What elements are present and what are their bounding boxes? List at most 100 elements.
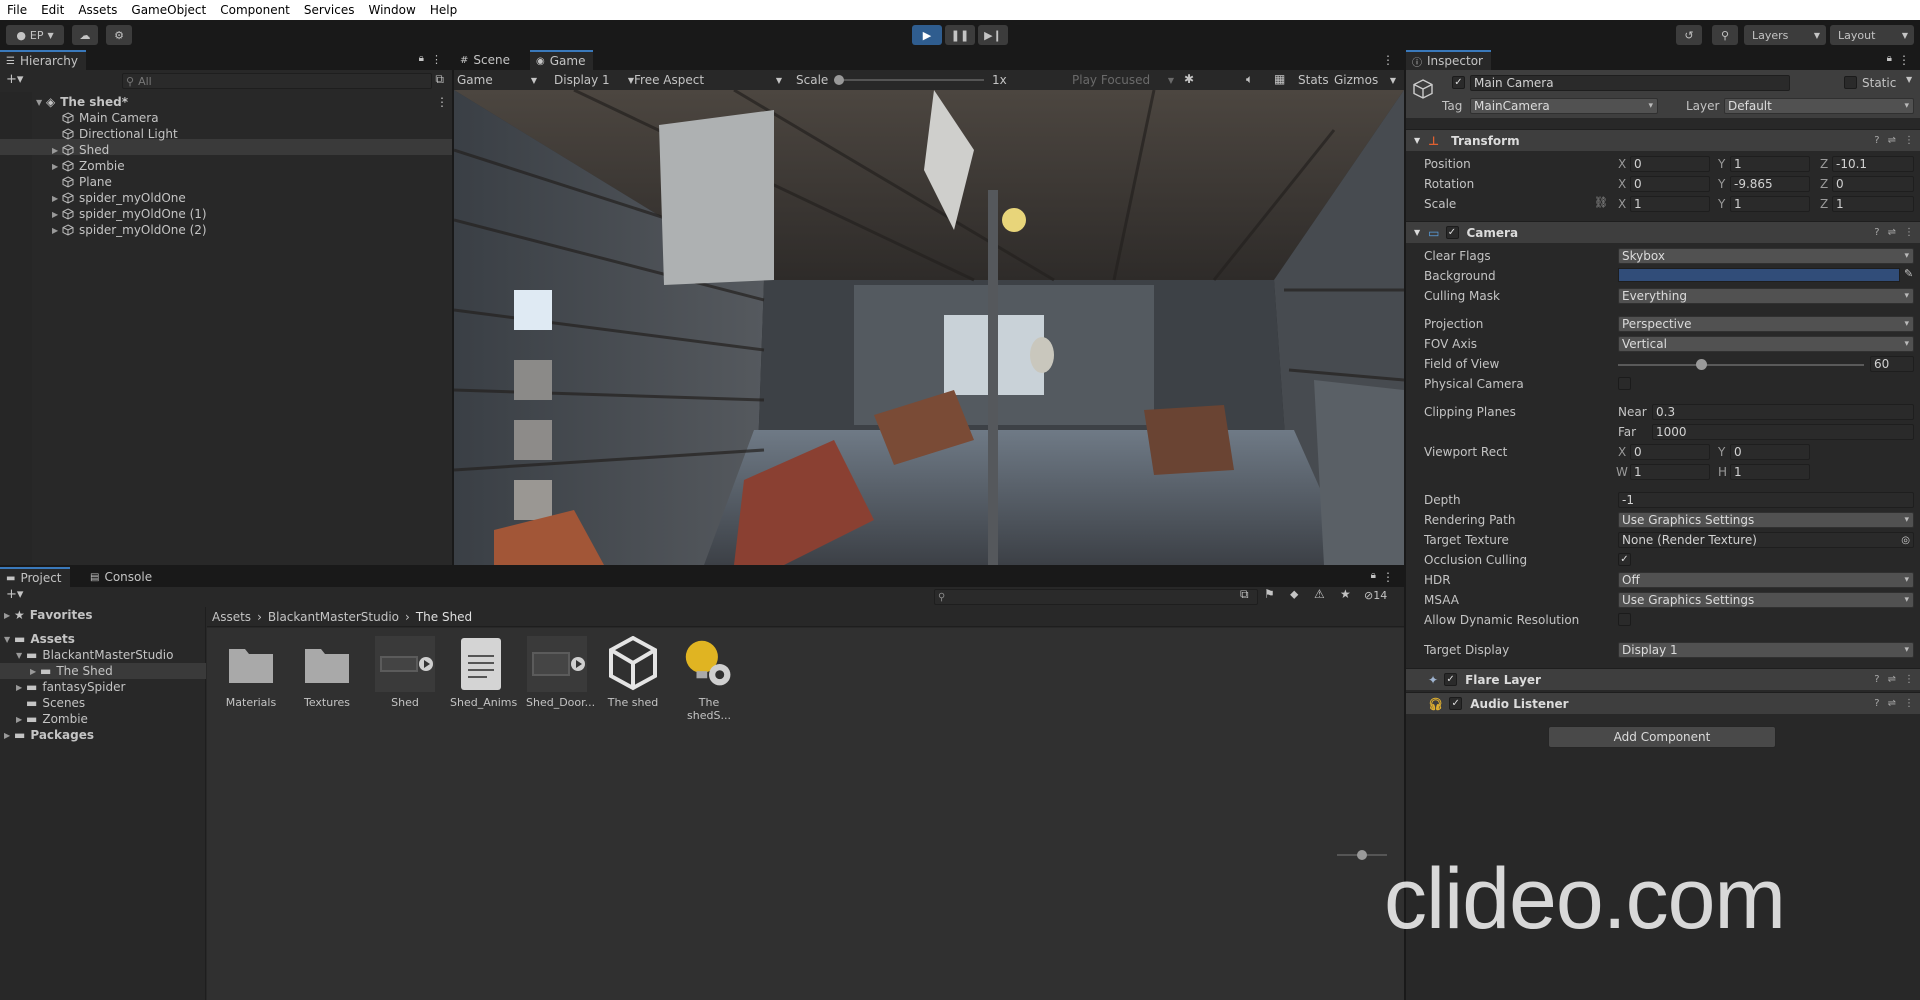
hierarchy-item-shed[interactable]: ▶ Shed	[52, 142, 109, 158]
projection-dropdown[interactable]: Perspective	[1618, 316, 1914, 332]
tag-dropdown[interactable]: MainCamera	[1470, 98, 1658, 114]
hierarchy-item-zombie[interactable]: ▶ Zombie	[52, 158, 125, 174]
layers-dropdown[interactable]: Layers ▼	[1744, 25, 1826, 45]
bug-icon[interactable]: ✱	[1184, 72, 1194, 86]
dynamic-resolution-checkbox[interactable]	[1618, 613, 1631, 626]
speaker-icon[interactable]: 🔈︎	[1246, 72, 1253, 87]
step-button[interactable]: ▶❙	[978, 25, 1008, 45]
more-icon[interactable]: ⋮	[1904, 227, 1914, 238]
hierarchy-item-directional-light[interactable]: Directional Light	[52, 126, 178, 142]
tab-game[interactable]: ◉ Game	[530, 50, 594, 70]
viewport-h-field[interactable]: 1	[1730, 464, 1810, 480]
near-field[interactable]: 0.3	[1652, 404, 1914, 420]
audio-listener-checkbox[interactable]: ✓	[1449, 697, 1463, 710]
more-icon[interactable]: ⋮	[431, 53, 442, 66]
more-icon[interactable]: ⋮	[1904, 135, 1914, 146]
scale-slider-thumb[interactable]	[834, 75, 844, 85]
game-mode-dropdown[interactable]: Game ▼	[457, 72, 541, 88]
display-dropdown[interactable]: Display 1 ▼	[554, 72, 636, 88]
project-search-input[interactable]: ⚲	[934, 589, 1258, 605]
tree-item-fantasyspider[interactable]: ▶ ▬ fantasySpider	[16, 679, 125, 695]
camera-header[interactable]: ▼ ▭ ✓ Camera ? ⇌ ⋮	[1406, 221, 1920, 243]
scale-x-field[interactable]: 1	[1630, 196, 1710, 212]
hidden-count[interactable]: ⊘ 14	[1364, 587, 1387, 603]
position-z-field[interactable]: -10.1	[1832, 156, 1914, 172]
target-display-dropdown[interactable]: Display 1	[1618, 642, 1914, 658]
hierarchy-item-spider[interactable]: ▶ spider_myOldOne	[52, 190, 186, 206]
more-icon[interactable]: ⋮	[1382, 570, 1394, 584]
preset-icon[interactable]: ⇌	[1888, 674, 1896, 685]
add-icon[interactable]: +▾	[6, 72, 23, 87]
menu-window[interactable]: Window	[362, 3, 423, 17]
hierarchy-item-spider-1[interactable]: ▶ spider_myOldOne (1)	[52, 206, 207, 222]
audio-listener-header[interactable]: 🎧︎ ✓ Audio Listener ? ⇌ ⋮	[1406, 692, 1920, 714]
breadcrumb-blackant[interactable]: BlackantMasterStudio	[268, 610, 399, 624]
play-button[interactable]: ▶	[912, 25, 942, 45]
menu-help[interactable]: Help	[423, 3, 464, 17]
preset-icon[interactable]: ⇌	[1888, 135, 1896, 146]
help-icon[interactable]: ?	[1874, 135, 1879, 146]
history-button[interactable]: ↺	[1676, 25, 1702, 45]
scale-z-field[interactable]: 1	[1832, 196, 1914, 212]
tree-assets[interactable]: ▼ ▬ Assets	[4, 631, 75, 647]
icon-size-slider-thumb[interactable]	[1357, 850, 1367, 860]
more-icon[interactable]: ⋮	[1898, 53, 1910, 67]
asset-shed-anims[interactable]: Shed_Anims	[450, 636, 517, 709]
asset-materials[interactable]: Materials	[220, 636, 282, 709]
viewport-x-field[interactable]: 0	[1630, 444, 1710, 460]
lock-icon[interactable]: 🔒︎	[1887, 53, 1892, 64]
rotation-x-field[interactable]: 0	[1630, 176, 1710, 192]
flare-layer-header[interactable]: ✦ ✓ Flare Layer ? ⇌ ⋮	[1406, 668, 1920, 690]
more-icon[interactable]: ⋮	[436, 95, 448, 109]
search-button[interactable]: ⚲	[1712, 25, 1738, 45]
fov-axis-dropdown[interactable]: Vertical	[1618, 336, 1914, 352]
menu-edit[interactable]: Edit	[34, 3, 71, 17]
scene-visibility-icon[interactable]: ⧉	[435, 72, 444, 87]
asset-the-shed-scene[interactable]: The shed	[602, 636, 664, 709]
tree-favorites[interactable]: ▶ ★ Favorites	[4, 607, 92, 623]
rotation-z-field[interactable]: 0	[1832, 176, 1914, 192]
eyedropper-icon[interactable]: ✎	[1904, 267, 1913, 280]
tag-icon[interactable]: ⬥	[1290, 587, 1298, 602]
fov-slider-thumb[interactable]	[1696, 359, 1707, 370]
tree-item-the-shed[interactable]: ▶ ▬ The Shed	[0, 663, 206, 679]
background-color-field[interactable]	[1618, 268, 1900, 282]
camera-enabled-checkbox[interactable]: ✓	[1445, 226, 1459, 239]
cloud-button[interactable]: ☁	[72, 25, 98, 45]
menu-gameobject[interactable]: GameObject	[124, 3, 213, 17]
tab-project[interactable]: ▬ Project	[0, 567, 70, 587]
menu-component[interactable]: Component	[213, 3, 297, 17]
tree-item-zombie[interactable]: ▶ ▬ Zombie	[16, 711, 88, 727]
scene-root[interactable]: ▼ ◈ The shed* ⋮	[36, 94, 448, 110]
tree-item-blackant[interactable]: ▼ ▬ BlackantMasterStudio	[16, 647, 173, 663]
asset-lighting-settings[interactable]: The shedS...	[678, 636, 740, 722]
layer-dropdown[interactable]: Default	[1724, 98, 1914, 114]
menu-file[interactable]: File	[0, 3, 34, 17]
flare-layer-checkbox[interactable]: ✓	[1444, 673, 1458, 686]
scale-slider-track[interactable]	[834, 79, 984, 81]
more-icon[interactable]: ⋮	[1904, 674, 1914, 685]
stats-button[interactable]: Stats	[1298, 72, 1329, 88]
more-icon[interactable]: ⋮	[1904, 698, 1914, 709]
add-component-button[interactable]: Add Component	[1548, 726, 1776, 748]
physical-camera-checkbox[interactable]	[1618, 377, 1631, 390]
transform-header[interactable]: ▼ ⊥ Transform ? ⇌ ⋮	[1406, 129, 1920, 151]
preset-icon[interactable]: ⇌	[1888, 227, 1896, 238]
msaa-dropdown[interactable]: Use Graphics Settings	[1618, 592, 1914, 608]
help-icon[interactable]: ?	[1874, 674, 1879, 685]
preset-icon[interactable]: ⇌	[1888, 698, 1896, 709]
object-picker-icon[interactable]: ◎	[1901, 535, 1910, 546]
collab-button[interactable]: ⚙	[106, 25, 132, 45]
tab-console[interactable]: ▤ Console	[84, 567, 160, 587]
tab-inspector[interactable]: ⓘ Inspector	[1406, 50, 1491, 70]
gizmos-dropdown[interactable]: Gizmos ▼	[1334, 72, 1396, 88]
tab-scene[interactable]: # Scene	[454, 50, 518, 70]
culling-mask-dropdown[interactable]: Everything	[1618, 288, 1914, 304]
depth-field[interactable]: -1	[1618, 492, 1914, 508]
help-icon[interactable]: ?	[1874, 227, 1879, 238]
hierarchy-item-spider-2[interactable]: ▶ spider_myOldOne (2)	[52, 222, 207, 238]
hdr-dropdown[interactable]: Off	[1618, 572, 1914, 588]
viewport-y-field[interactable]: 0	[1730, 444, 1810, 460]
help-icon[interactable]: ?	[1874, 698, 1879, 709]
warning-icon[interactable]: ⚠	[1314, 587, 1325, 601]
